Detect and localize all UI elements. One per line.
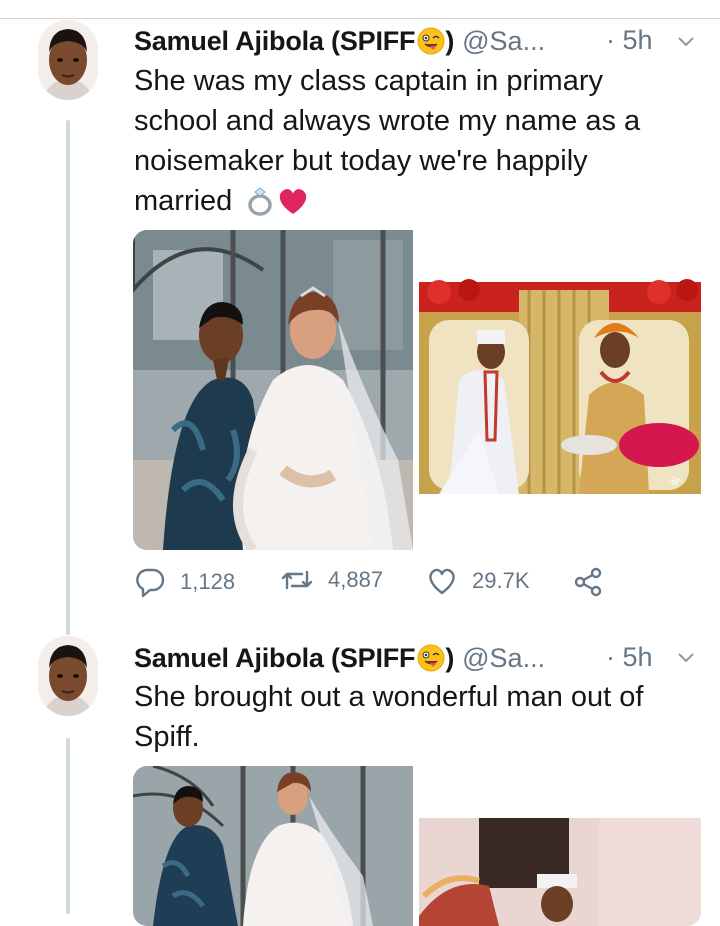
tweet-text-block: She brought out a wonderful man out of S…: [134, 677, 694, 757]
display-name-close: ): [445, 25, 455, 56]
reply-button[interactable]: 1,128: [134, 566, 235, 598]
chevron-down-icon[interactable]: [676, 32, 696, 52]
winking-tongue-emoji-icon: [417, 644, 445, 672]
ring-emoji-icon: [248, 187, 273, 216]
reply-count: 1,128: [180, 569, 236, 594]
user-handle[interactable]: @Sa...: [462, 26, 545, 57]
tweet-time[interactable]: · 5h: [606, 642, 653, 673]
tweet-actions: 1,128 4,887 29.7K: [134, 566, 654, 598]
tweet-media-grid[interactable]: 𝒰: [133, 230, 701, 550]
tweet-header: Samuel Ajibola (SPIFF ) @Sa...: [134, 23, 545, 59]
wedding-photo[interactable]: [133, 230, 413, 550]
wedding-photo[interactable]: [133, 766, 413, 926]
couple-photo[interactable]: [419, 766, 701, 926]
avatar[interactable]: [38, 20, 98, 100]
tweet-media-grid[interactable]: [133, 766, 701, 926]
tweet[interactable]: Samuel Ajibola (SPIFF ) @Sa... · 5h She …: [0, 0, 720, 630]
share-icon: [574, 567, 602, 597]
tweet-text: She brought out a wonderful man out of S…: [134, 681, 644, 753]
retweet-count: 4,887: [328, 567, 384, 592]
tweet-text: She was my class captain in primary scho…: [134, 65, 641, 217]
retweet-button[interactable]: 4,887: [280, 566, 383, 594]
traditional-wedding-photo[interactable]: 𝒰: [419, 230, 701, 550]
share-button[interactable]: [572, 566, 618, 598]
retweet-icon: [281, 570, 313, 590]
tweet-text-block: She was my class captain in primary scho…: [134, 61, 694, 221]
winking-tongue-emoji-icon: [417, 27, 445, 55]
display-name[interactable]: Samuel Ajibola (SPIFF: [134, 643, 416, 674]
avatar[interactable]: [38, 636, 98, 716]
tweet-time[interactable]: · 5h: [606, 25, 653, 56]
chevron-down-icon[interactable]: [676, 648, 696, 668]
reply-icon: [136, 568, 165, 598]
tweet[interactable]: Samuel Ajibola (SPIFF ) @Sa... · 5h She …: [0, 630, 720, 926]
tweet-header: Samuel Ajibola (SPIFF ) @Sa...: [134, 640, 545, 676]
display-name[interactable]: Samuel Ajibola (SPIFF: [134, 26, 416, 57]
like-count: 29.7K: [472, 568, 530, 593]
display-name-close: ): [445, 642, 455, 673]
heart-icon: [429, 568, 455, 595]
like-button[interactable]: 29.7K: [426, 566, 530, 596]
user-handle[interactable]: @Sa...: [462, 643, 545, 674]
heart-emoji-icon: [280, 189, 307, 214]
